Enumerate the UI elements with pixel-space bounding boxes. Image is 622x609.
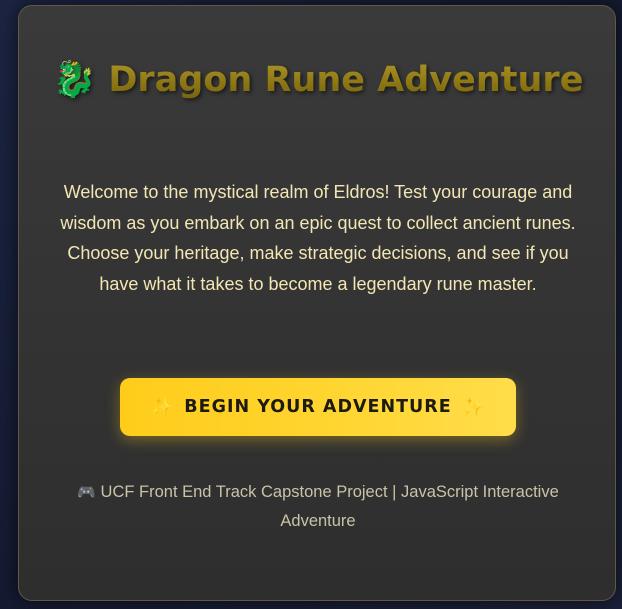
begin-adventure-label: BEGIN YOUR ADVENTURE (184, 397, 452, 417)
game-title-text: Dragon Rune Adventure (108, 60, 584, 100)
footer-credits: 🎮 UCF Front End Track Capstone Project |… (67, 478, 569, 535)
sparkles-icon: ✨ (461, 396, 486, 418)
game-description: Welcome to the mystical realm of Eldros!… (60, 182, 576, 294)
game-title: 🐉 Dragon Rune Adventure (19, 54, 617, 106)
game-controller-icon: 🎮 (77, 484, 96, 501)
start-screen-card: 🐉 Dragon Rune Adventure Welcome to the m… (18, 5, 616, 601)
sparkles-icon: ✨ (150, 396, 175, 418)
footer-text: UCF Front End Track Capstone Project | J… (100, 483, 559, 530)
begin-adventure-button[interactable]: ✨ BEGIN YOUR ADVENTURE ✨ (120, 378, 516, 436)
dragon-icon: 🐉 (52, 60, 97, 100)
